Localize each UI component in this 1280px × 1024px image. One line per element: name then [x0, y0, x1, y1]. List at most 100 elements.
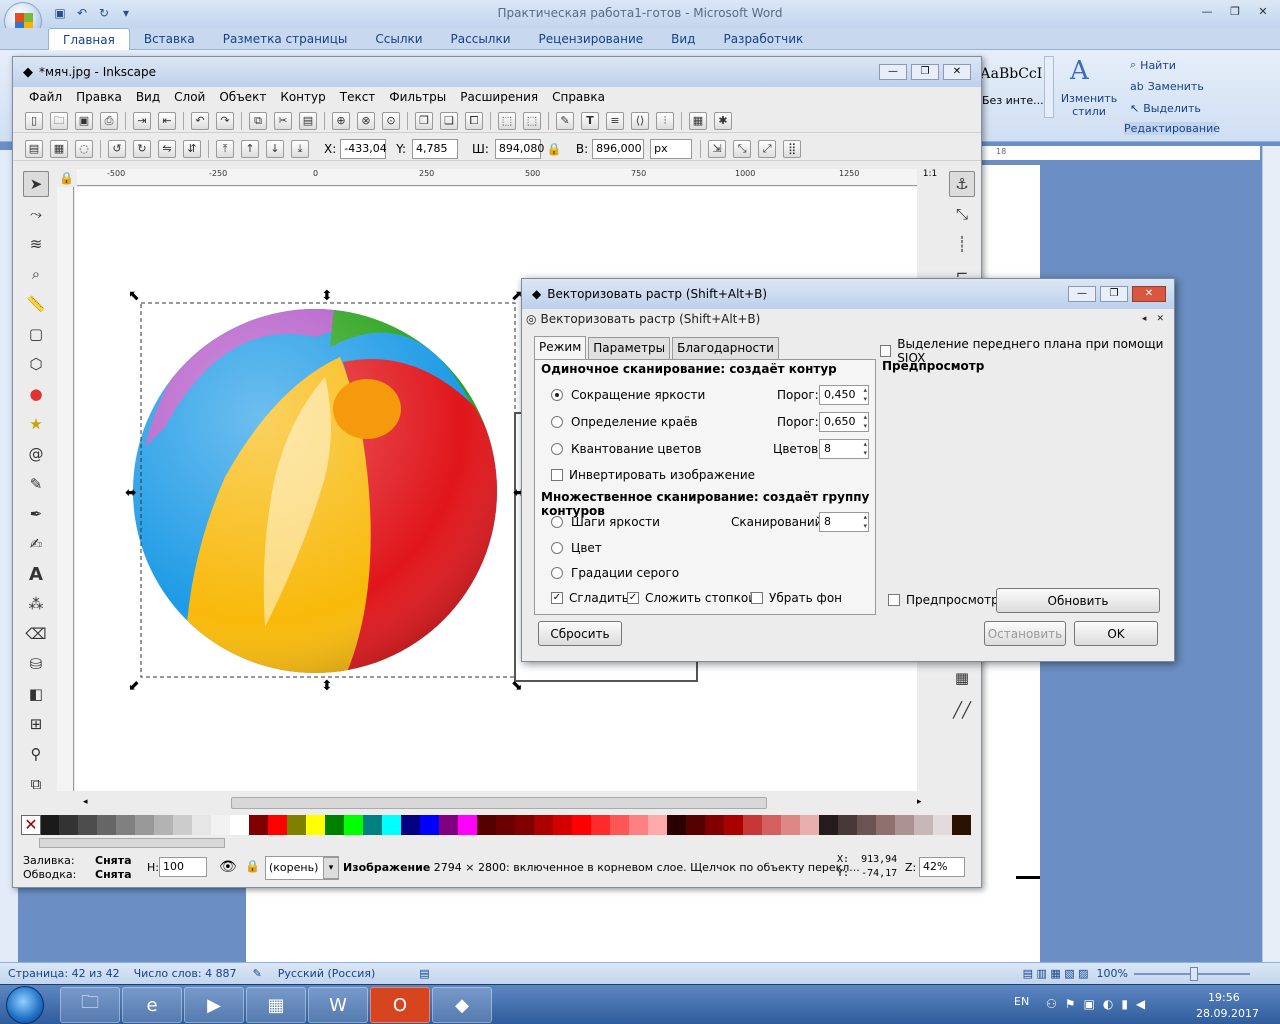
- media-player-task-icon[interactable]: ▶: [184, 987, 244, 1023]
- pencil-tool-icon[interactable]: ✎: [23, 471, 49, 497]
- tray-icons[interactable]: ⚇⚑▣◐▮◀: [1046, 997, 1153, 1011]
- palette-swatch[interactable]: [819, 815, 838, 835]
- option-invert[interactable]: Инвертировать изображение: [551, 468, 755, 482]
- palette-swatch[interactable]: [325, 815, 344, 835]
- scale-corners-icon[interactable]: ⤡: [733, 139, 752, 158]
- colors-input[interactable]: 8: [819, 439, 869, 459]
- tab-developer[interactable]: Разработчик: [709, 28, 817, 50]
- unit-select[interactable]: px: [650, 138, 693, 159]
- zoom-input[interactable]: 42%: [919, 857, 965, 877]
- palette-swatch[interactable]: [705, 815, 724, 835]
- export-icon[interactable]: ⇤: [158, 111, 176, 130]
- tab-options[interactable]: Параметры: [588, 337, 671, 359]
- palette-swatch[interactable]: [230, 815, 249, 835]
- undo-icon[interactable]: ↶: [191, 111, 209, 130]
- tab-review[interactable]: Рецензирование: [525, 28, 658, 50]
- palette-swatch[interactable]: [515, 815, 534, 835]
- option-multi-gray[interactable]: Градации серого: [551, 566, 679, 580]
- unlink-clone-icon[interactable]: ⧠: [465, 111, 483, 130]
- radio-multi-color[interactable]: [551, 542, 563, 554]
- raise-top-icon[interactable]: ⤒: [216, 139, 234, 158]
- tab-home[interactable]: Главная: [48, 27, 130, 50]
- palette-swatch[interactable]: [781, 815, 800, 835]
- clone-icon[interactable]: ❏: [440, 111, 458, 130]
- tweak-tool-icon[interactable]: ≋: [23, 231, 49, 257]
- zoom-selection-icon[interactable]: ⊕: [332, 111, 350, 130]
- inkscape-task-icon[interactable]: ◆: [432, 987, 492, 1023]
- palette-swatch[interactable]: [914, 815, 933, 835]
- palette-swatch[interactable]: [59, 815, 78, 835]
- duplicate-icon[interactable]: ❐: [415, 111, 433, 130]
- box-3d-tool-icon[interactable]: ⬡: [23, 351, 49, 377]
- page-count[interactable]: Страница: 42 из 42: [8, 967, 120, 980]
- tab-view[interactable]: Вид: [657, 28, 709, 50]
- menu-path[interactable]: Контур: [280, 90, 325, 104]
- palette-swatch[interactable]: [306, 815, 325, 835]
- option-edges[interactable]: Определение краёв: [551, 415, 698, 429]
- palette-swatch[interactable]: [743, 815, 762, 835]
- palette-swatch[interactable]: [857, 815, 876, 835]
- flip-vertical-icon[interactable]: ⇵: [183, 139, 201, 158]
- option-multi-color[interactable]: Цвет: [551, 541, 602, 555]
- palette-swatch[interactable]: [572, 815, 591, 835]
- palette-swatch[interactable]: [287, 815, 306, 835]
- lower-bottom-icon[interactable]: ⤓: [291, 139, 309, 158]
- checkbox-stack[interactable]: ✓: [627, 592, 639, 604]
- palette-swatch[interactable]: [401, 815, 420, 835]
- menu-text[interactable]: Текст: [340, 90, 376, 104]
- palette-scrollbar[interactable]: [33, 837, 973, 849]
- node-tool-icon[interactable]: ⤳: [23, 201, 49, 227]
- explorer-task-icon[interactable]: 🗀: [60, 987, 120, 1023]
- ok-button[interactable]: OK: [1074, 621, 1158, 646]
- threshold1-input[interactable]: 0,450: [819, 385, 869, 405]
- tab-insert[interactable]: Вставка: [130, 28, 209, 50]
- dropper-tool-icon[interactable]: ⚲: [23, 741, 49, 767]
- palette-swatch[interactable]: [439, 815, 458, 835]
- lock-icon[interactable]: 🔒: [547, 142, 562, 156]
- layer-dropdown-icon[interactable]: ▾: [323, 857, 339, 879]
- palette-swatch[interactable]: [78, 815, 97, 835]
- reset-button[interactable]: Сбросить: [538, 621, 622, 646]
- fill-value[interactable]: Снята: [95, 854, 132, 867]
- menu-view[interactable]: Вид: [136, 90, 160, 104]
- tab-page-layout[interactable]: Разметка страницы: [209, 28, 362, 50]
- snap-bbox-icon[interactable]: ⤡: [949, 201, 975, 227]
- paint-bucket-tool-icon[interactable]: ⛁: [23, 651, 49, 677]
- selector-tool-icon[interactable]: ➤: [23, 171, 49, 197]
- scroll-right-icon[interactable]: ▸: [917, 797, 922, 807]
- option-smooth[interactable]: ✓ Сгладить: [551, 591, 629, 605]
- mesh-tool-icon[interactable]: ⊞: [23, 711, 49, 737]
- calligraphy-tool-icon[interactable]: ✍: [23, 531, 49, 557]
- radio-brightness[interactable]: [551, 389, 563, 401]
- document-properties-icon[interactable]: ▦: [689, 111, 707, 130]
- palette-swatch[interactable]: [800, 815, 819, 835]
- option-remove-bg[interactable]: Убрать фон: [751, 591, 842, 605]
- w-input[interactable]: 894,080: [494, 138, 544, 159]
- styles-scroll[interactable]: [1044, 56, 1054, 118]
- snap-grid-icon[interactable]: ▦: [949, 665, 975, 691]
- palette-swatch[interactable]: [40, 815, 59, 835]
- maximize-button[interactable]: ❐: [1222, 3, 1248, 21]
- palette-swatch[interactable]: [363, 815, 382, 835]
- close-button[interactable]: ✕: [1250, 3, 1276, 21]
- gradient-tool-icon[interactable]: ◧: [23, 681, 49, 707]
- zoom-level[interactable]: 100%: [1097, 967, 1128, 980]
- group-icon[interactable]: ⬚: [498, 111, 516, 130]
- zoom-tool-icon[interactable]: ⌕: [23, 261, 49, 287]
- zoom-drawing-icon[interactable]: ⊗: [357, 111, 375, 130]
- tab-mode[interactable]: Режим: [534, 336, 587, 360]
- update-button[interactable]: Обновить: [996, 588, 1160, 613]
- redo-icon[interactable]: ↷: [216, 111, 234, 130]
- ie-task-icon[interactable]: e: [122, 987, 182, 1023]
- maximize-button[interactable]: ❐: [1100, 286, 1128, 302]
- zoom-corner-icon[interactable]: 1:1: [921, 169, 939, 187]
- palette-swatch[interactable]: [458, 815, 477, 835]
- dock-icon[interactable]: ◂: [1142, 314, 1147, 324]
- menu-edit[interactable]: Правка: [76, 90, 122, 104]
- scroll-left-icon[interactable]: ◂: [83, 797, 88, 807]
- new-icon[interactable]: ▯: [25, 111, 43, 130]
- change-styles-button[interactable]: Изменить стили: [1060, 92, 1118, 118]
- snap-guide-icon[interactable]: ╱╱: [949, 697, 975, 723]
- word-count[interactable]: Число слов: 4 887: [134, 967, 237, 980]
- start-button[interactable]: [6, 986, 44, 1024]
